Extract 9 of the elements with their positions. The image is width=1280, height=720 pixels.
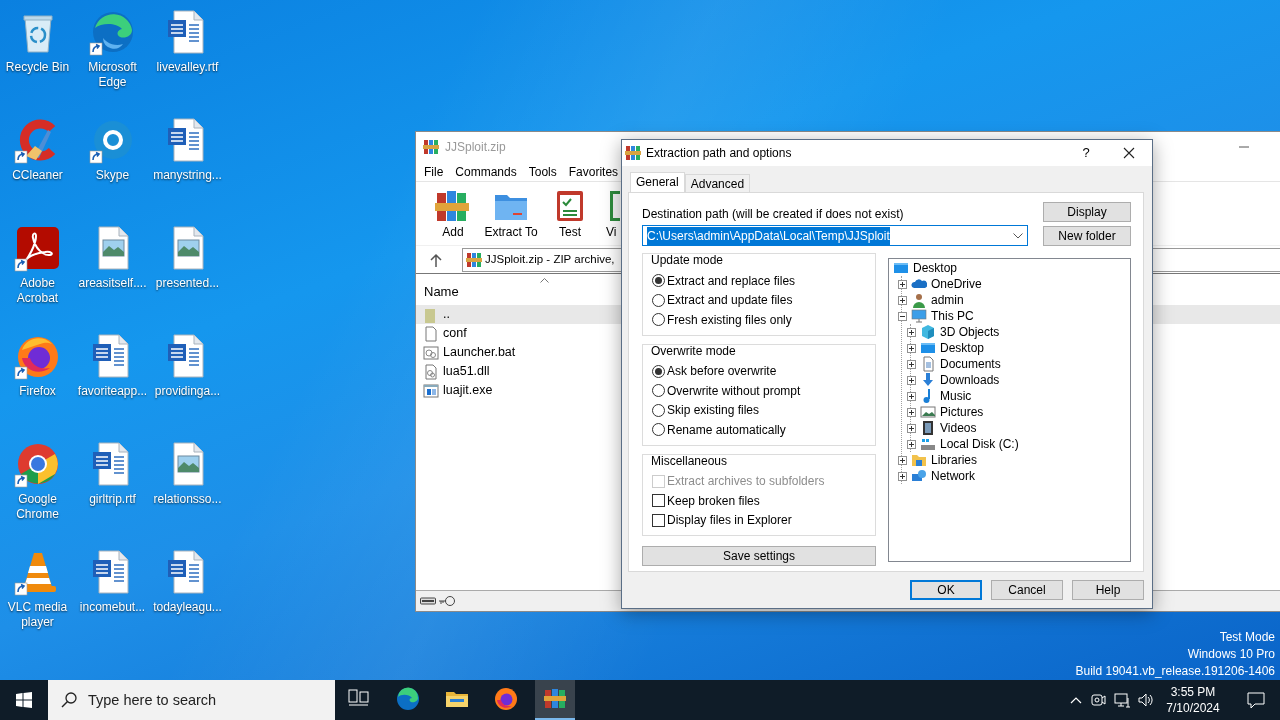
field-label: Destination path (will be created if does not exist)	[642, 207, 905, 221]
window-title: JJSploit.zip	[445, 139, 506, 156]
dialog-title: Extraction path and options	[646, 145, 792, 162]
group-title: Overwrite mode	[649, 344, 738, 358]
system-text: Build 19041.vb_release.191206-1406	[1075, 663, 1275, 680]
group-title: Miscellaneous	[649, 454, 730, 468]
system-text: Windows 10 Pro	[1186, 646, 1275, 663]
system-text: Test Mode	[1218, 629, 1275, 646]
group-title: Update mode	[649, 254, 726, 267]
